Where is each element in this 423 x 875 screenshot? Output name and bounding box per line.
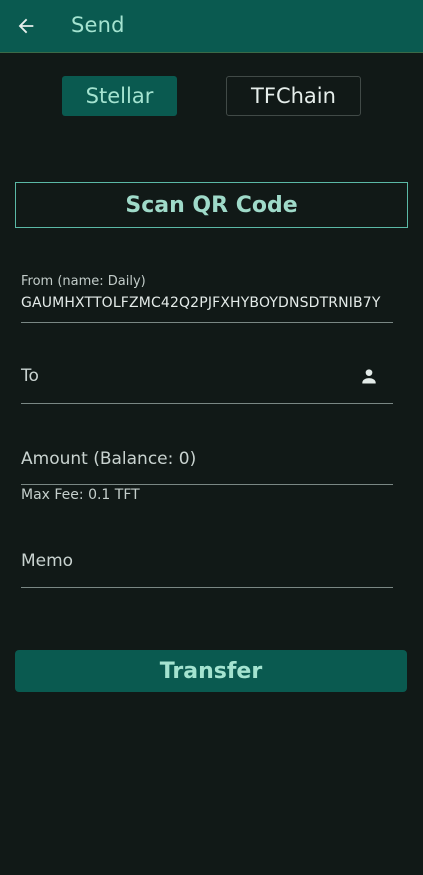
- memo-input[interactable]: Memo: [21, 551, 73, 571]
- app-bar-divider: [0, 52, 423, 53]
- to-input[interactable]: To: [21, 366, 39, 386]
- memo-field[interactable]: Memo: [21, 543, 393, 588]
- amount-input[interactable]: Amount (Balance: 0): [21, 449, 196, 469]
- arrow-left-icon: [18, 18, 34, 34]
- app-bar: Send: [0, 0, 423, 53]
- tab-tfchain[interactable]: TFChain: [226, 76, 361, 116]
- scan-qr-code-button[interactable]: Scan QR Code: [15, 182, 408, 228]
- tab-stellar[interactable]: Stellar: [62, 76, 177, 116]
- back-button[interactable]: [12, 12, 40, 40]
- person-icon[interactable]: [359, 366, 379, 386]
- from-field[interactable]: From (name: Daily) GAUMHXTTOLFZMC42Q2PJF…: [21, 272, 393, 323]
- from-address-value: GAUMHXTTOLFZMC42Q2PJFXHYBOYDNSDTRNIB7Y: [21, 295, 381, 311]
- transfer-button[interactable]: Transfer: [15, 650, 407, 692]
- page-title: Send: [71, 13, 125, 37]
- to-field[interactable]: To: [21, 360, 393, 404]
- max-fee-text: Max Fee: 0.1 TFT: [21, 487, 140, 503]
- from-label: From (name: Daily): [21, 274, 146, 289]
- amount-field[interactable]: Amount (Balance: 0): [21, 441, 393, 485]
